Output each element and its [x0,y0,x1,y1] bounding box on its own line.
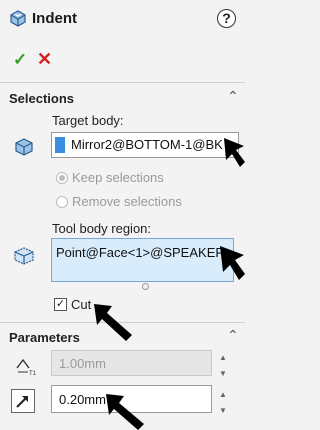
clearance-icon-button[interactable] [11,389,35,413]
thickness-input[interactable]: 1.00mm [51,350,212,376]
keep-selections-label: Keep selections [72,170,164,185]
indent-feature-icon [10,10,26,27]
target-body-label: Target body: [52,113,124,128]
tool-body-value: Point@Face<1>@SPEAKER [56,245,225,260]
arrow-annotation [220,246,245,280]
clearance-spinner[interactable]: ▲ ▼ [219,391,227,415]
divider [0,82,245,83]
collapse-chevron-icon[interactable]: ⌃ [227,327,239,344]
arrow-annotation [106,394,144,430]
cancel-button[interactable]: ✕ [37,49,52,70]
collapse-chevron-icon[interactable]: ⌃ [227,88,239,105]
keep-selections-radio[interactable] [56,172,68,184]
ok-button[interactable]: ✓ [13,50,27,70]
parameters-section-title: Parameters [9,330,80,345]
target-body-field[interactable]: Mirror2@BOTTOM-1@BK [51,132,239,158]
tool-body-label: Tool body region: [52,221,152,236]
clearance-icon [16,396,28,408]
thickness-value: 1.00mm [59,356,106,371]
page-title: Indent [32,10,77,27]
tool-body-region-field[interactable]: Point@Face<1>@SPEAKER [51,238,234,282]
selections-section-title: Selections [9,91,75,106]
remove-selections-radio[interactable] [56,196,68,208]
cut-label: Cut [71,297,92,312]
body-icon [15,138,33,156]
help-button[interactable]: ? [217,9,236,28]
thickness-spinner[interactable]: ▲ ▼ [219,354,227,378]
remove-selections-label: Remove selections [72,194,182,209]
arrow-annotation [224,138,245,167]
arrow-annotation [94,304,132,341]
resize-handle[interactable] [142,283,149,290]
thickness-icon: T1 [16,358,37,376]
target-body-value: Mirror2@BOTTOM-1@BK [71,137,223,152]
target-body-selection-swatch [55,137,65,153]
tool-body-icon [14,247,34,265]
cut-checkbox[interactable]: ✓ [54,298,67,311]
clearance-value: 0.20mm [59,392,106,407]
svg-text:T1: T1 [29,371,37,376]
